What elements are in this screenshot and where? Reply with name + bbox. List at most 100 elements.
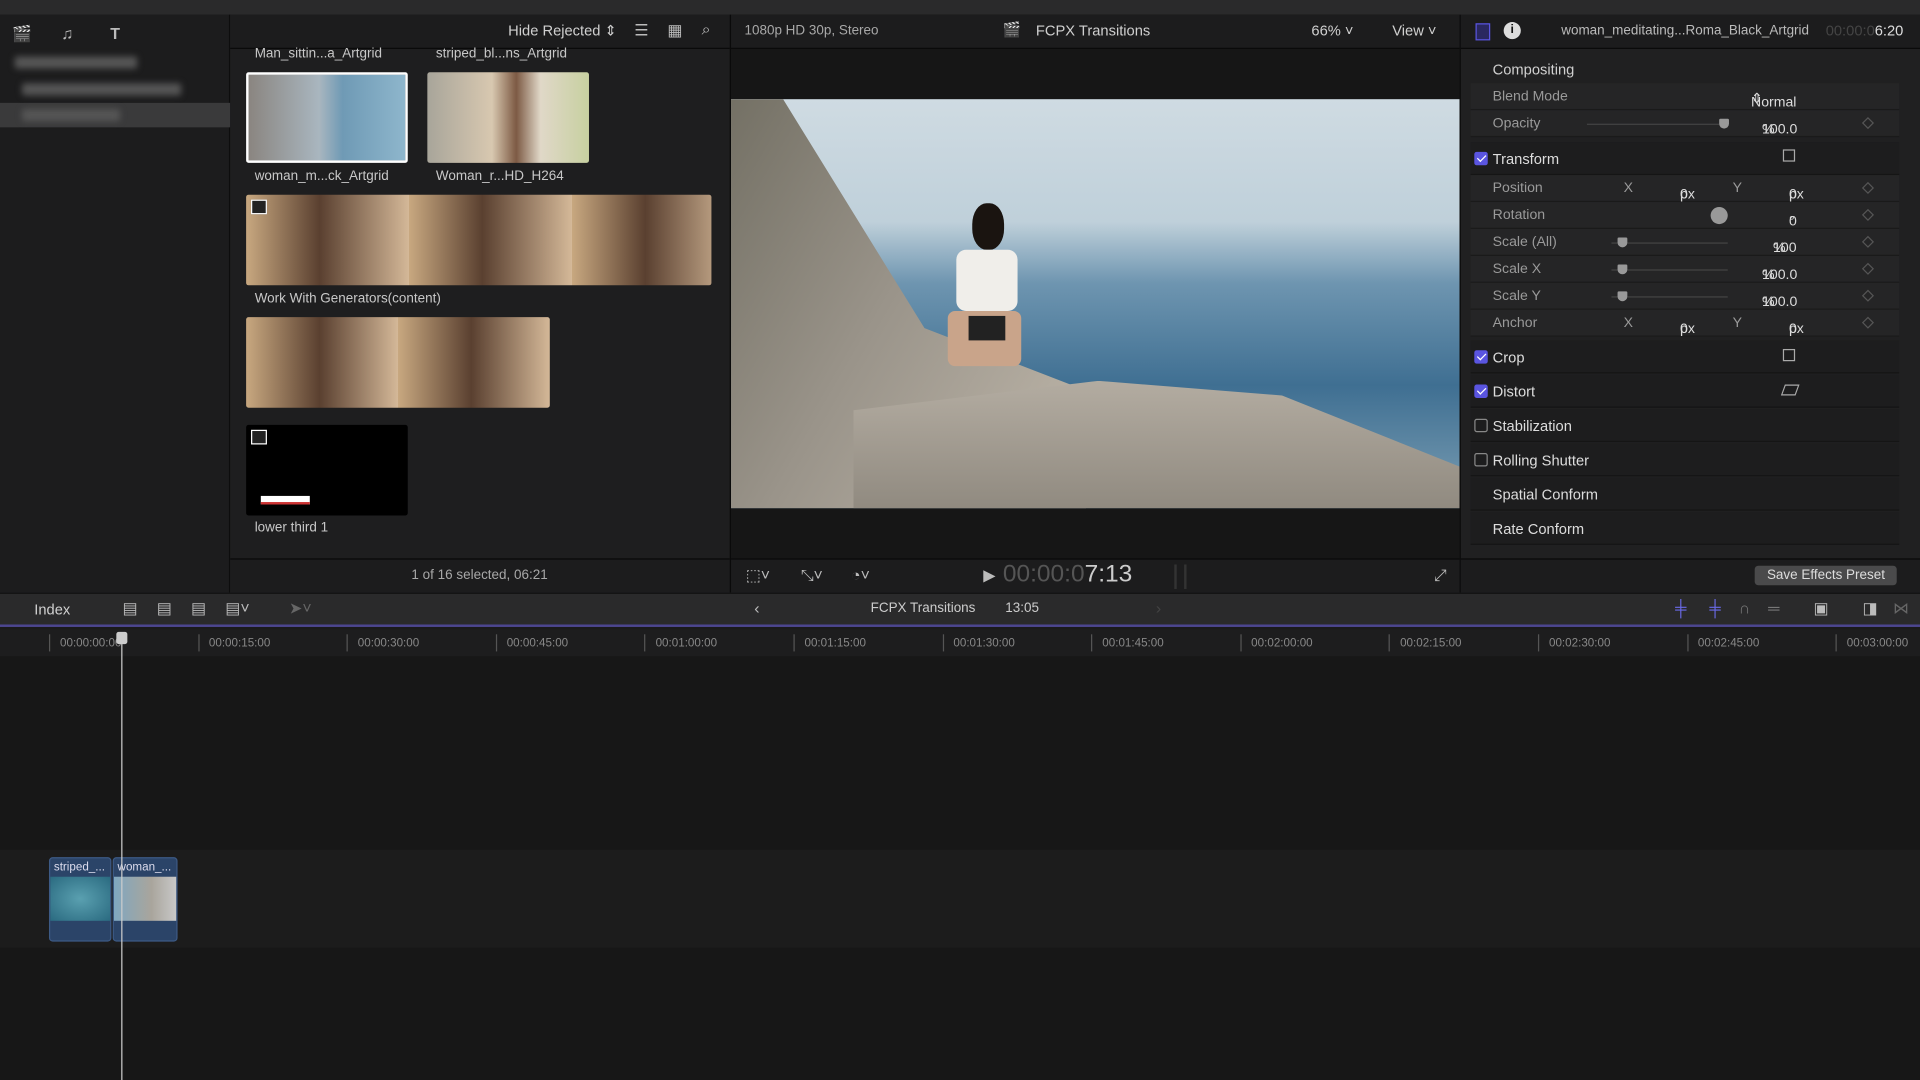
playhead[interactable] — [121, 634, 123, 1080]
compound-clip-icon — [251, 429, 267, 445]
info-inspector-icon[interactable]: i — [1503, 22, 1521, 40]
rotation-label: Rotation — [1492, 208, 1546, 223]
save-effects-preset-button[interactable]: Save Effects Preset — [1754, 565, 1898, 586]
connect-clip-icon[interactable]: ▤ — [122, 599, 137, 619]
zoom-dropdown[interactable]: 66% ˅ — [1311, 22, 1353, 39]
rolling-shutter-checkbox[interactable] — [1474, 453, 1488, 467]
axis-y: Y — [1732, 315, 1743, 331]
clapper-icon: 🎬 — [1002, 20, 1022, 38]
clip-name: woman_m...ck_Artgrid — [254, 168, 389, 184]
clip-thumbnail-lower-third[interactable] — [246, 424, 408, 516]
scale-x-label: Scale X — [1492, 262, 1542, 277]
play-button[interactable]: ▶ — [983, 566, 995, 586]
spatial-conform-heading[interactable]: Spatial Conform — [1493, 486, 1598, 503]
ruler-tick-label: 00:02:15:00 — [1389, 634, 1462, 652]
inspector-duration: 00:00:06:20 — [1825, 22, 1904, 40]
stabilization-checkbox[interactable] — [1474, 418, 1488, 433]
timecode-display[interactable]: 00:00:07:13 — [1003, 561, 1132, 589]
keyframe-icon[interactable] — [1861, 289, 1875, 302]
append-clip-icon[interactable]: ▤ — [191, 599, 206, 619]
rotation-dial[interactable] — [1710, 206, 1728, 225]
selection-status: 1 of 16 selected, 06:21 — [411, 568, 548, 583]
libraries-icon[interactable]: 🎬 — [12, 24, 32, 44]
snapping-icon[interactable]: ═ — [1768, 599, 1779, 617]
axis-y: Y — [1732, 181, 1743, 196]
crop-onscreen-icon[interactable] — [1782, 348, 1796, 362]
clip-thumbnail-generators-2[interactable] — [246, 317, 550, 408]
timeline-ruler[interactable]: 00:00:00:00 00:00:15:00 00:00:30:00 00:00:4… — [0, 629, 1920, 657]
blend-mode-select[interactable]: Normal ⇕ — [1751, 89, 1796, 110]
fullscreen-icon[interactable]: ⤢ — [1434, 566, 1447, 586]
library-item[interactable] — [14, 56, 138, 69]
timeline-area[interactable] — [0, 656, 1920, 1080]
insert-clip-icon[interactable]: ▤ — [157, 599, 172, 619]
timeline-toolbar: Index ▤ ▤ ▤ ▤˅ ➤˅ ‹ FCPX Transitions 13:… — [0, 592, 1920, 627]
keyframe-icon[interactable] — [1861, 316, 1875, 329]
crop-checkbox[interactable] — [1474, 350, 1488, 364]
viewer-options-icon[interactable]: ⬚˅ — [746, 566, 770, 586]
index-button[interactable]: Index — [34, 601, 70, 618]
clip-name: striped_bl...ns_Artgrid — [435, 46, 567, 62]
timeline-clip-striped[interactable]: striped_... — [48, 857, 112, 942]
skimming-icon[interactable]: ╪ — [1675, 599, 1686, 617]
keyframe-icon[interactable] — [1861, 181, 1875, 195]
transform-tools-icon[interactable]: ⤡˅ — [801, 566, 823, 586]
ruler-tick-label: 00:01:00:00 — [644, 634, 717, 652]
titles-generators-icon[interactable]: T — [110, 24, 120, 42]
distort-onscreen-icon[interactable] — [1780, 384, 1800, 396]
transform-checkbox[interactable] — [1474, 151, 1488, 166]
scale-all-slider[interactable] — [1611, 237, 1728, 248]
clip-appearance-icon[interactable]: ▣ — [1813, 599, 1828, 619]
keyframe-icon[interactable] — [1861, 208, 1875, 221]
clip-thumbnail-woman-meditating[interactable] — [246, 72, 408, 163]
forward-arrow-icon[interactable]: › — [1156, 599, 1161, 617]
opacity-slider[interactable] — [1586, 118, 1729, 129]
ruler-tick-label: 00:00:00:00 — [48, 634, 121, 652]
clip-thumbnail-generators[interactable] — [246, 194, 712, 286]
project-name: FCPX Transitions — [1035, 22, 1151, 40]
stabilization-heading[interactable]: Stabilization — [1493, 418, 1572, 435]
list-view-icon[interactable]: ☰ — [634, 21, 648, 41]
keyframe-icon[interactable] — [1861, 262, 1875, 275]
playhead-handle[interactable] — [116, 631, 128, 645]
audio-skimming-icon[interactable]: ╪ — [1709, 599, 1720, 617]
clip-name: Woman_r...HD_H264 — [435, 168, 564, 184]
retime-icon[interactable]: ◔˅ — [851, 566, 870, 584]
ruler-tick-label: 00:02:30:00 — [1537, 634, 1610, 652]
event-item-selected[interactable] — [0, 102, 231, 128]
rate-conform-heading[interactable]: Rate Conform — [1493, 520, 1584, 537]
back-arrow-icon[interactable]: ‹ — [754, 599, 759, 617]
effects-browser-icon[interactable]: ◨ — [1862, 599, 1877, 619]
transform-heading[interactable]: Transform — [1493, 151, 1559, 168]
axis-x: X — [1623, 181, 1634, 196]
rolling-shutter-heading[interactable]: Rolling Shutter — [1493, 452, 1589, 469]
smart-collections-item[interactable] — [22, 83, 182, 96]
anchor-label: Anchor — [1492, 315, 1538, 331]
distort-checkbox[interactable] — [1474, 384, 1488, 398]
filter-dropdown[interactable]: Hide Rejected ⇕ — [508, 22, 617, 39]
scale-x-slider[interactable] — [1611, 264, 1728, 275]
timeline-duration: 13:05 — [1005, 601, 1040, 616]
solo-icon[interactable]: ∩ — [1739, 599, 1750, 617]
timeline-project-name: FCPX Transitions — [870, 601, 976, 616]
search-icon[interactable]: ⌕ — [702, 20, 711, 40]
distort-heading[interactable]: Distort — [1493, 383, 1535, 400]
filmstrip-icon[interactable]: ▦ — [667, 21, 682, 41]
select-tool-icon[interactable]: ➤˅ — [289, 599, 312, 619]
ruler-tick-label: 00:03:00:00 — [1835, 634, 1908, 652]
position-label: Position — [1492, 181, 1543, 196]
ruler-tick-label: 00:00:30:00 — [346, 634, 419, 652]
keyframe-icon[interactable] — [1861, 117, 1875, 130]
overwrite-clip-icon[interactable]: ▤˅ — [225, 599, 249, 619]
scale-y-slider[interactable] — [1611, 291, 1728, 302]
video-preview[interactable] — [731, 99, 1460, 509]
clip-name: lower third 1 — [254, 520, 329, 536]
clip-thumbnail-woman-walking[interactable] — [427, 72, 589, 163]
video-inspector-icon[interactable] — [1475, 23, 1491, 41]
keyframe-icon[interactable] — [1861, 235, 1875, 248]
transitions-browser-icon[interactable]: ⋈ — [1893, 599, 1909, 619]
crop-heading[interactable]: Crop — [1493, 349, 1525, 366]
transform-onscreen-icon[interactable] — [1782, 149, 1796, 162]
photos-audio-icon[interactable]: ♫ — [61, 24, 73, 42]
view-dropdown[interactable]: View ˅ — [1392, 22, 1436, 39]
